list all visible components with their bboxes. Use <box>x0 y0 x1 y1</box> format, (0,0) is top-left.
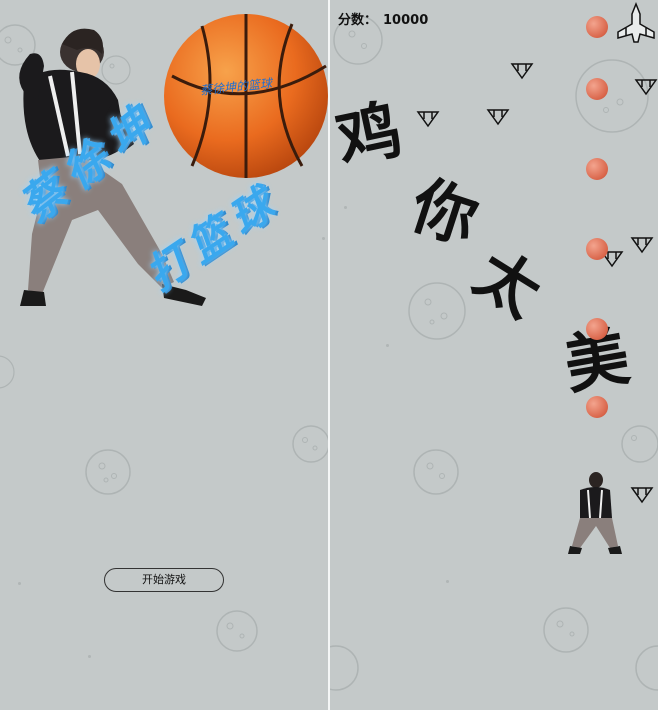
basketball-icon <box>164 14 328 178</box>
rock-decoration-icon <box>216 610 258 652</box>
rock-decoration-icon <box>413 449 459 495</box>
bullet-ball <box>586 158 608 180</box>
rock-decoration-icon <box>85 449 131 495</box>
rock-decoration-icon <box>543 607 589 653</box>
bullet-ball <box>586 78 608 100</box>
bullet-ball <box>586 396 608 418</box>
rock-decoration-icon <box>635 645 658 691</box>
rock-decoration-icon <box>575 59 649 133</box>
start-game-button[interactable]: 开始游戏 <box>104 568 224 592</box>
player-character-icon[interactable] <box>562 470 626 556</box>
rock-decoration-icon <box>408 282 466 340</box>
enemy-fighter-icon <box>630 487 654 504</box>
rock-decoration-icon <box>330 645 359 691</box>
taunt-char-2: 你 <box>402 167 487 259</box>
rock-decoration-icon <box>621 425 658 463</box>
taunt-char-3: 太 <box>462 236 554 332</box>
score-display: 分数： 10000 <box>338 9 428 28</box>
player-ship-icon <box>617 2 655 43</box>
start-screen: 蔡徐坤的篮球 蔡徐坤 打篮球 开始游戏 <box>0 0 328 710</box>
enemy-fighter-icon <box>510 63 534 80</box>
score-value: 10000 <box>383 13 429 28</box>
score-label: 分数： <box>338 13 378 28</box>
bullet-ball <box>586 238 608 260</box>
rock-decoration-icon <box>292 425 328 463</box>
game-container: 蔡徐坤的篮球 蔡徐坤 打篮球 开始游戏 分数： 10000 鸡 你 太 美 <box>0 0 658 710</box>
bullet-ball <box>586 16 608 38</box>
rock-decoration-icon <box>0 355 15 389</box>
enemy-fighter-icon <box>634 79 658 96</box>
game-screen: 分数： 10000 鸡 你 太 美 <box>330 0 658 710</box>
enemy-fighter-icon <box>486 109 510 126</box>
taunt-char-1: 鸡 <box>330 92 409 179</box>
bullet-ball <box>586 318 608 340</box>
enemy-fighter-icon <box>630 237 654 254</box>
enemy-fighter-icon <box>416 111 440 128</box>
